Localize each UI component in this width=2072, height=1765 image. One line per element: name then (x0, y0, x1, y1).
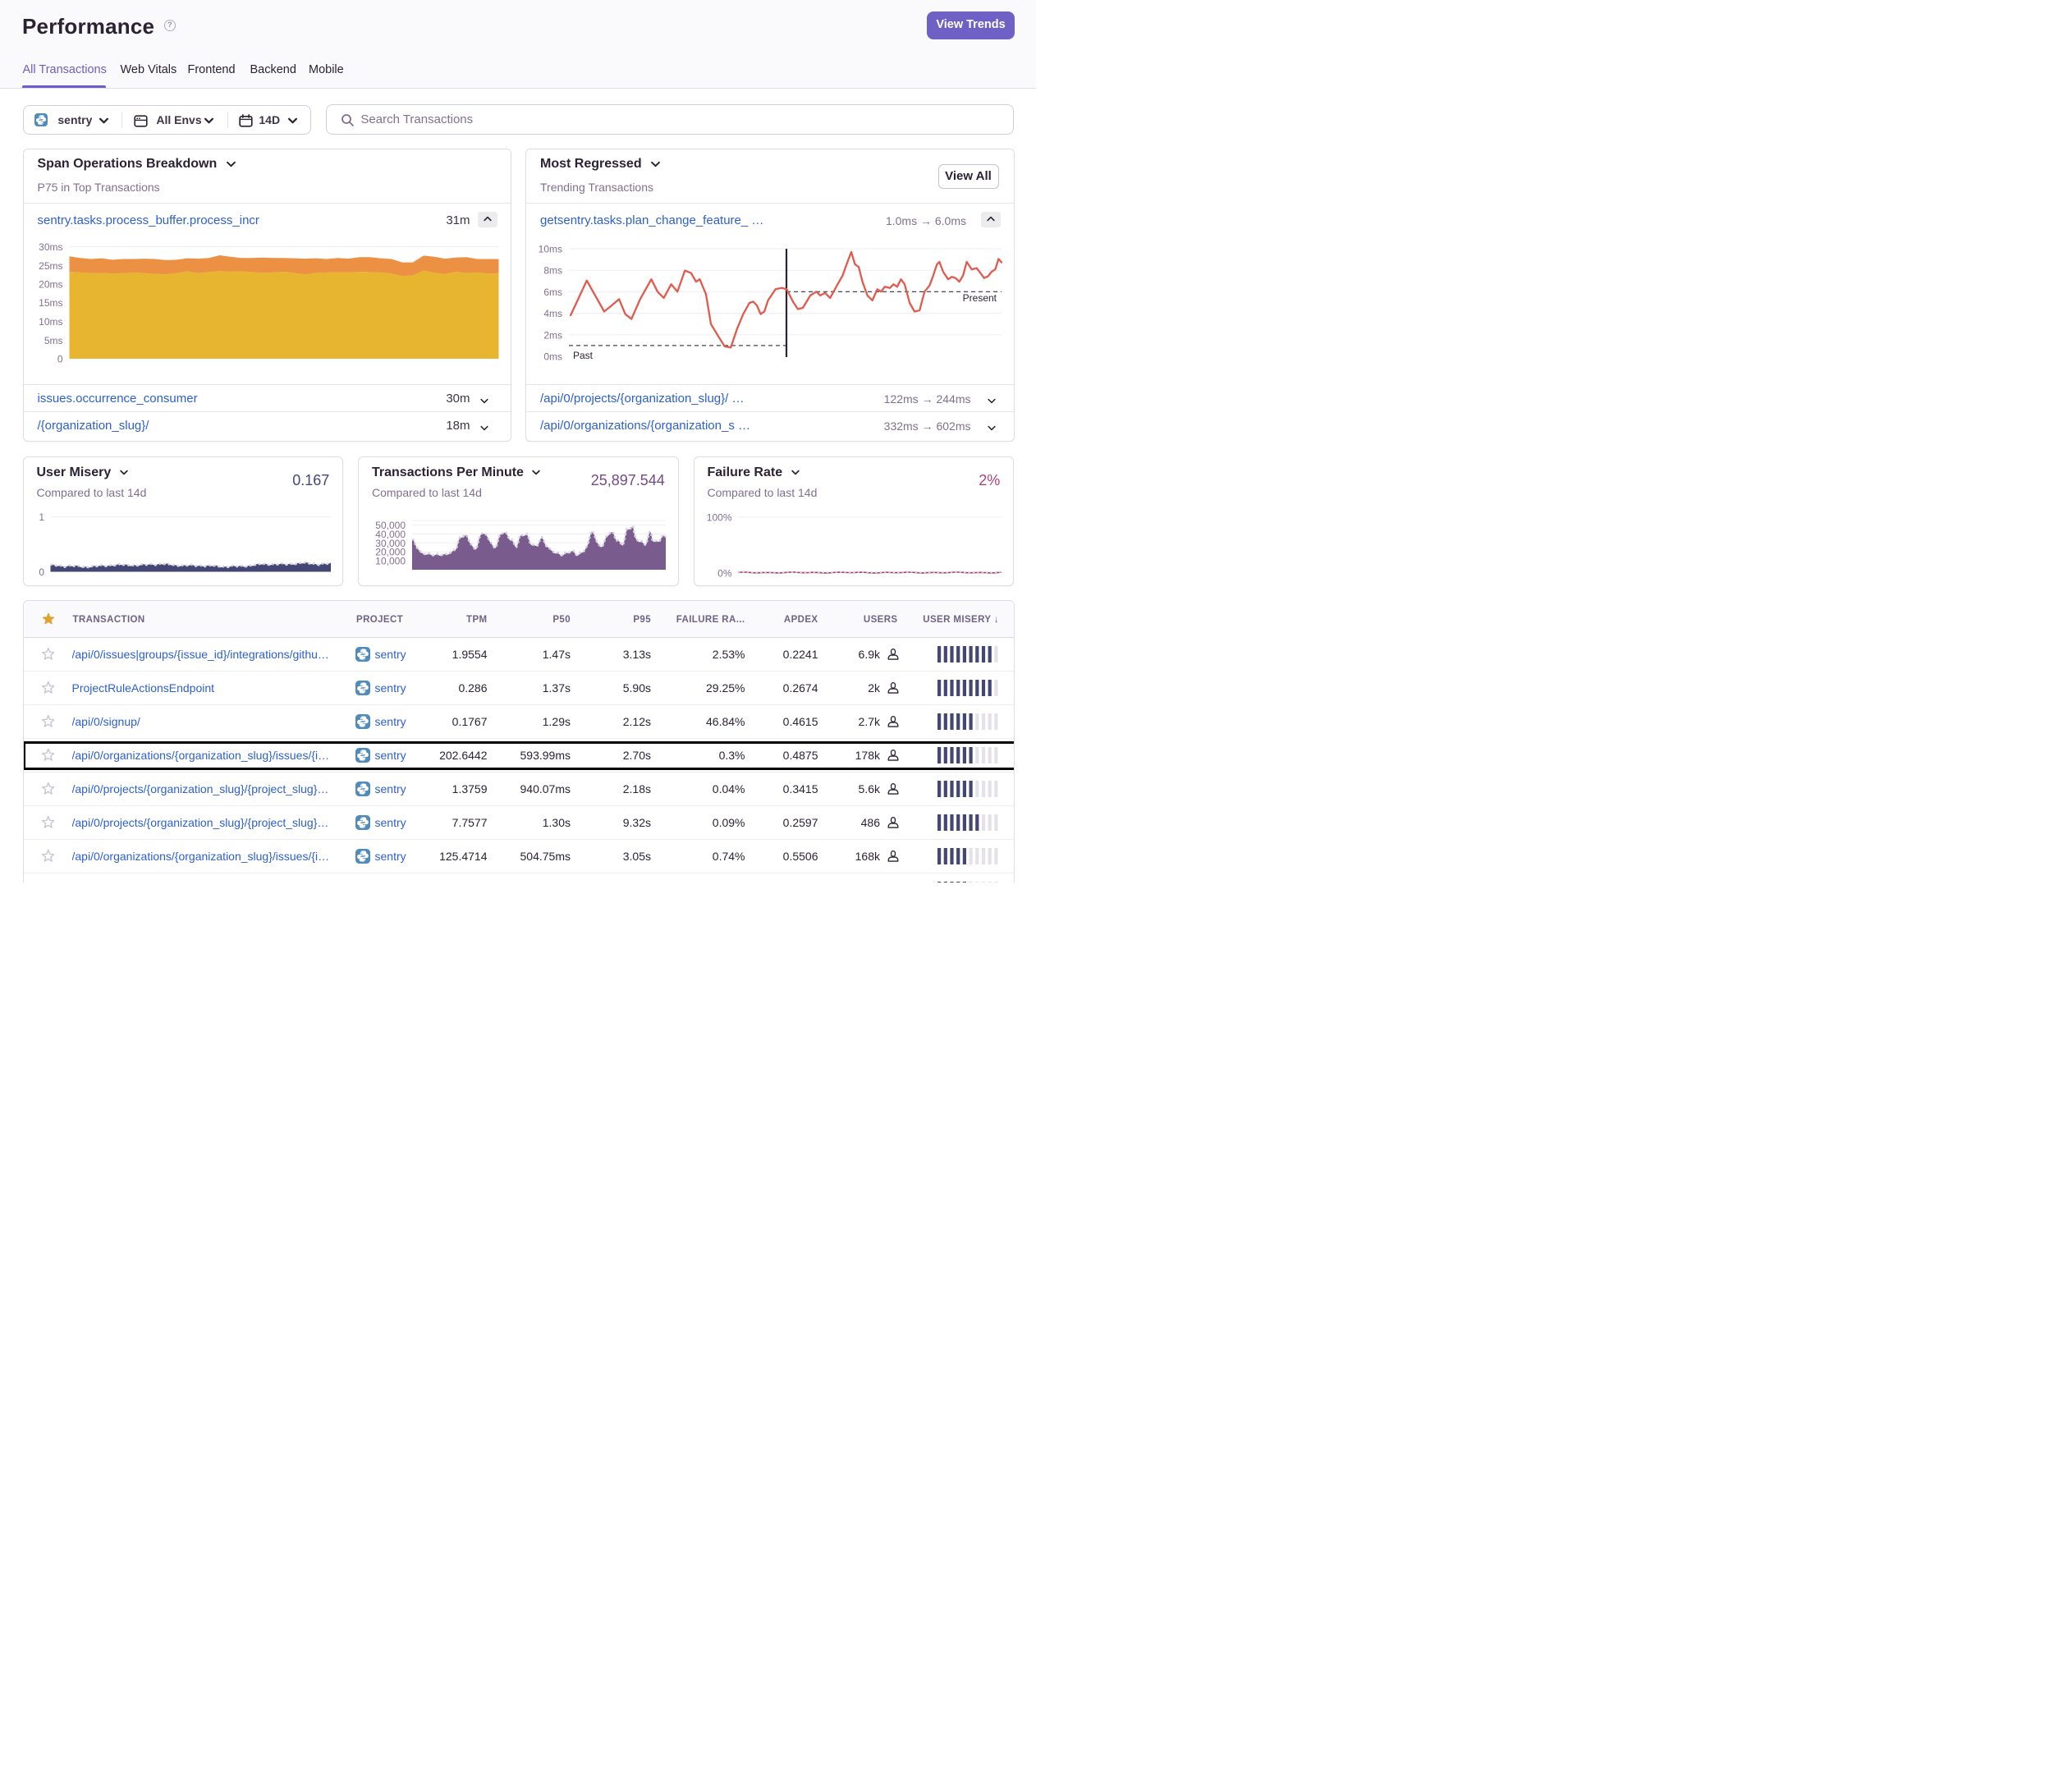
svg-text:2ms: 2ms (543, 329, 562, 341)
svg-text:30ms: 30ms (39, 241, 62, 253)
svg-text:1: 1 (39, 511, 44, 523)
svg-text:20ms: 20ms (39, 279, 62, 291)
svg-text:0ms: 0ms (543, 351, 562, 363)
svg-text:4ms: 4ms (543, 308, 562, 319)
svg-text:50,000: 50,000 (375, 520, 406, 531)
svg-text:15ms: 15ms (39, 297, 62, 309)
svg-text:40,000: 40,000 (375, 528, 406, 539)
svg-text:30,000: 30,000 (375, 537, 406, 548)
svg-text:10ms: 10ms (39, 316, 62, 328)
svg-text:Present: Present (963, 292, 997, 304)
svg-text:100%: 100% (706, 511, 731, 523)
svg-text:0%: 0% (717, 567, 732, 579)
svg-text:20,000: 20,000 (375, 546, 406, 557)
svg-text:10,000: 10,000 (375, 555, 406, 566)
svg-text:8ms: 8ms (543, 265, 562, 277)
svg-text:10ms: 10ms (539, 244, 562, 255)
svg-text:0: 0 (39, 566, 44, 578)
svg-text:5ms: 5ms (44, 335, 62, 346)
svg-text:25ms: 25ms (39, 260, 62, 272)
svg-text:0: 0 (57, 354, 62, 365)
svg-text:6ms: 6ms (543, 287, 562, 298)
svg-text:Past: Past (573, 350, 594, 361)
